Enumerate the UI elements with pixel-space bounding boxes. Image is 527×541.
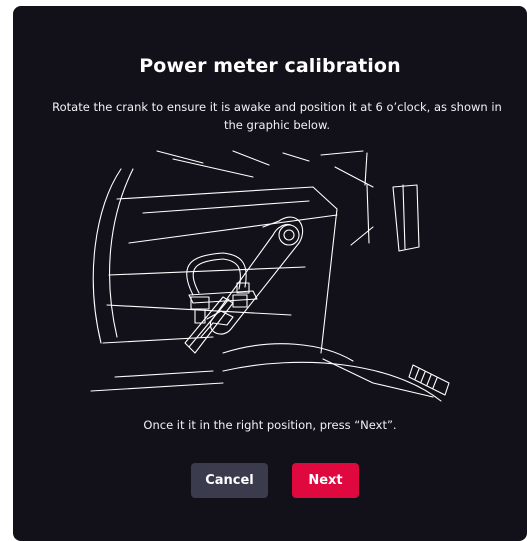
crank-position-graphic (73, 147, 493, 409)
next-button[interactable]: Next (292, 463, 359, 498)
calibration-dialog: Power meter calibration Rotate the crank… (13, 6, 527, 541)
instructions-text: Rotate the crank to ensure it is awake a… (52, 100, 502, 132)
dialog-title: Power meter calibration (139, 55, 401, 77)
cancel-button[interactable]: Cancel (191, 463, 268, 498)
hint-text: Once it it in the right position, press … (143, 418, 397, 432)
